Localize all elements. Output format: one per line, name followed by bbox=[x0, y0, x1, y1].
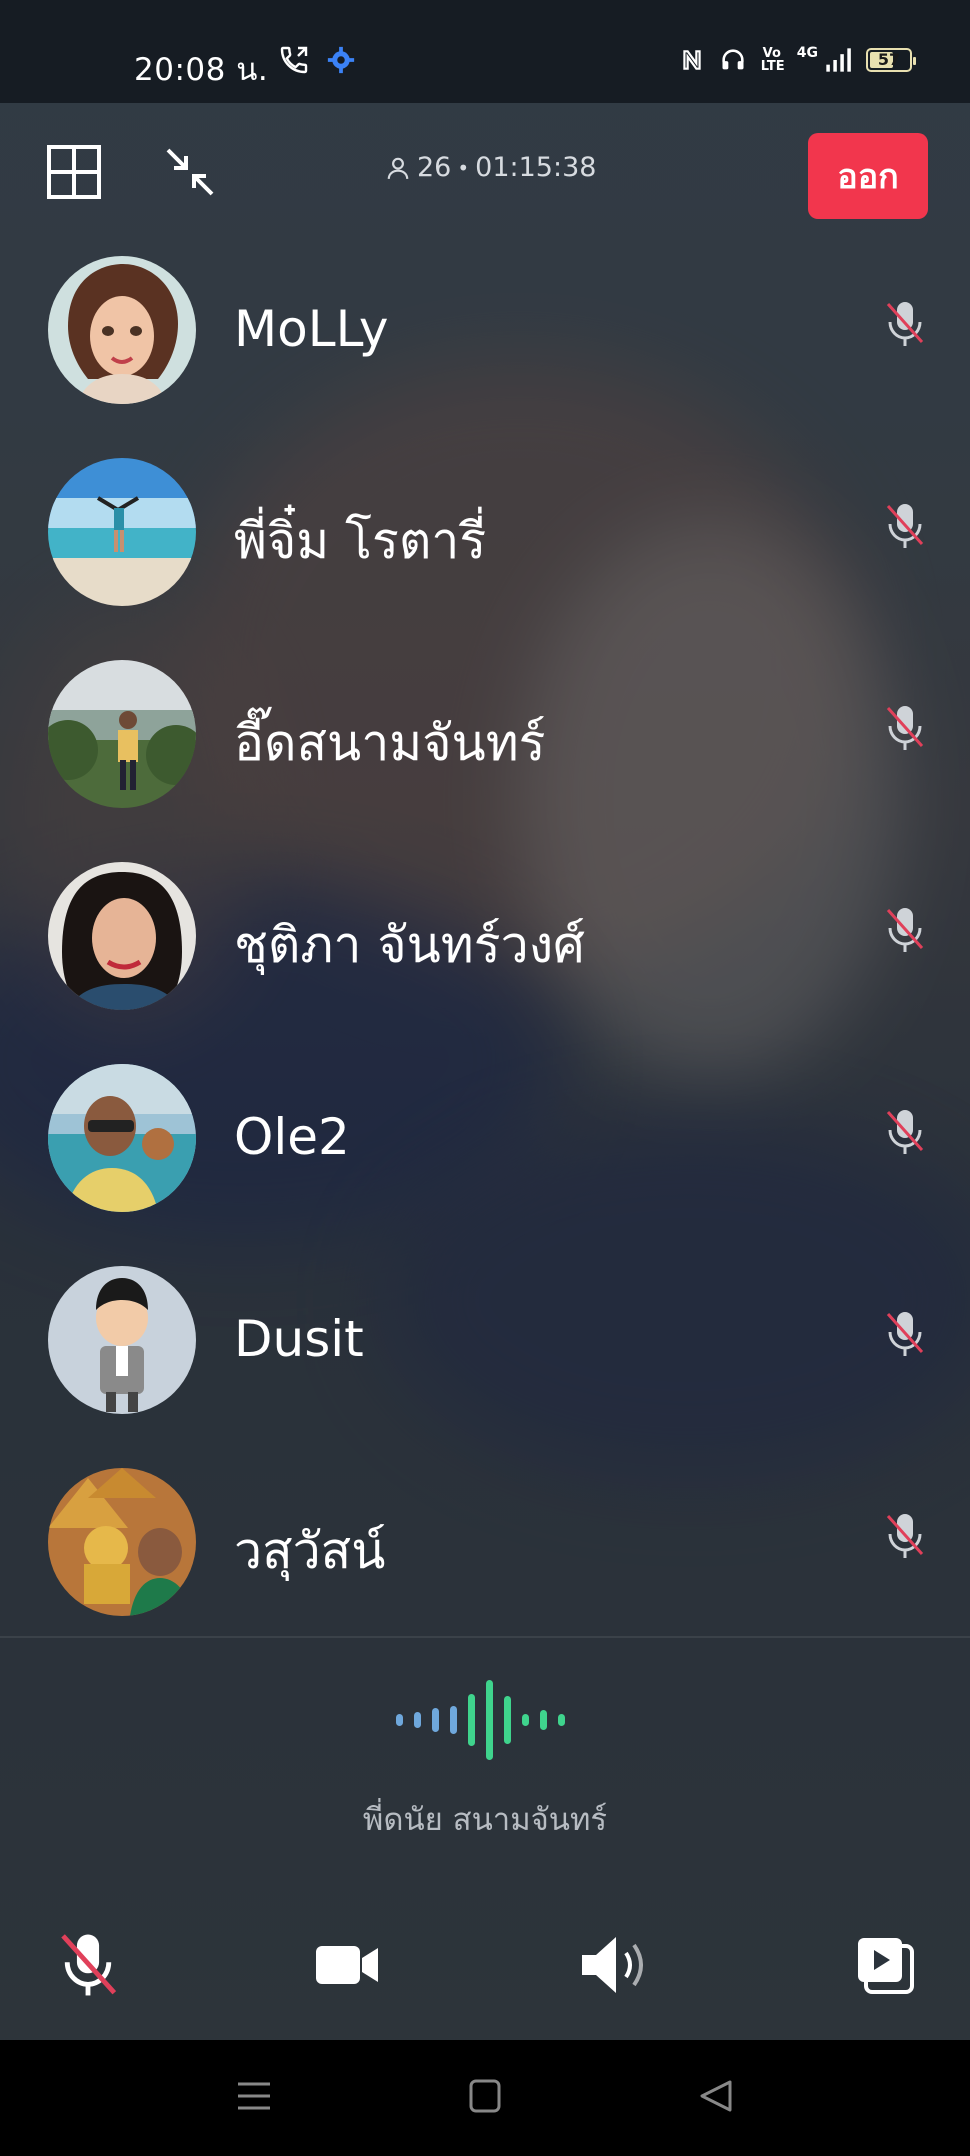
participant-name: วสุวัสน์ bbox=[234, 1522, 386, 1580]
participant-name: Dusit bbox=[234, 1310, 364, 1368]
participant-row[interactable]: Ole2 bbox=[0, 1056, 970, 1216]
grid-layout-button[interactable] bbox=[44, 142, 104, 202]
participant-name: พี่จิ๋ม โรตารี่ bbox=[234, 512, 487, 570]
participant-name: ชุติภา จันทร์วงศ์ bbox=[234, 916, 585, 974]
mic-muted-icon bbox=[886, 706, 924, 750]
back-icon[interactable] bbox=[698, 2078, 734, 2114]
leave-call-button[interactable]: ออก bbox=[808, 133, 928, 219]
volte-icon: Vo LTE bbox=[760, 46, 785, 74]
audio-wave-icon bbox=[396, 1680, 565, 1760]
mic-muted-icon bbox=[886, 1110, 924, 1154]
avatar bbox=[48, 862, 196, 1010]
video-toggle-button[interactable] bbox=[302, 1920, 392, 2010]
nfc-icon bbox=[683, 50, 701, 70]
participant-row[interactable]: ชุติภา จันทร์วงศ์ bbox=[0, 854, 970, 1014]
battery-icon: 57 bbox=[866, 48, 916, 72]
home-icon[interactable] bbox=[468, 2078, 502, 2114]
call-duration: 01:15:38 bbox=[475, 152, 597, 183]
grid-icon bbox=[47, 145, 101, 199]
participant-row[interactable]: อี๊ดสนามจันทร์ bbox=[0, 652, 970, 812]
participant-row[interactable]: วสุวัสน์ bbox=[0, 1460, 970, 1620]
participant-name: Ole2 bbox=[234, 1108, 350, 1166]
video-camera-icon bbox=[316, 1946, 378, 1984]
divider bbox=[0, 1636, 970, 1638]
participant-row[interactable]: Dusit bbox=[0, 1258, 970, 1418]
mic-muted-icon bbox=[886, 1312, 924, 1356]
status-time: 20:08 น. bbox=[134, 52, 269, 88]
menu-icon[interactable] bbox=[236, 2078, 272, 2114]
avatar bbox=[48, 1064, 196, 1212]
mic-off-icon bbox=[61, 1934, 117, 1996]
speaker-toggle-button[interactable] bbox=[572, 1920, 662, 2010]
headset-icon bbox=[722, 49, 744, 70]
participant-row[interactable]: MoLLy bbox=[0, 248, 970, 408]
avatar bbox=[48, 1266, 196, 1414]
screen-share-button[interactable] bbox=[840, 1920, 930, 2010]
system-navigation-bar bbox=[0, 2040, 970, 2156]
mic-muted-icon bbox=[886, 504, 924, 548]
participant-name: MoLLy bbox=[234, 300, 389, 358]
mic-toggle-button[interactable] bbox=[43, 1920, 133, 2010]
avatar bbox=[48, 1468, 196, 1616]
avatar bbox=[48, 256, 196, 404]
dot-separator: • bbox=[457, 155, 470, 180]
avatar bbox=[48, 458, 196, 606]
settings-gear-icon bbox=[327, 46, 355, 74]
mic-muted-icon bbox=[886, 302, 924, 346]
screen-share-icon bbox=[858, 1938, 914, 1994]
active-speaker-name: พี่ดนัย สนามจันทร์ bbox=[362, 1802, 608, 1838]
mic-muted-icon bbox=[886, 908, 924, 952]
person-icon bbox=[387, 157, 409, 179]
participant-count: 26 bbox=[417, 152, 452, 183]
call-info: 26 • 01:15:38 bbox=[385, 152, 596, 183]
minimize-button[interactable] bbox=[160, 142, 220, 202]
network-type-label: 4G bbox=[796, 45, 818, 61]
avatar bbox=[48, 660, 196, 808]
signal-icon bbox=[826, 48, 851, 72]
participant-row[interactable]: พี่จิ๋ม โรตารี่ bbox=[0, 450, 970, 610]
speaker-icon bbox=[582, 1937, 643, 1993]
minimize-arrows-icon bbox=[166, 148, 214, 196]
phone-call-icon bbox=[280, 46, 308, 74]
participant-name: อี๊ดสนามจันทร์ bbox=[234, 714, 546, 772]
call-controls bbox=[0, 1900, 970, 2040]
mic-muted-icon bbox=[886, 1514, 924, 1558]
status-bar: 20:08 น. Vo LTE 4G 57 bbox=[0, 0, 970, 103]
